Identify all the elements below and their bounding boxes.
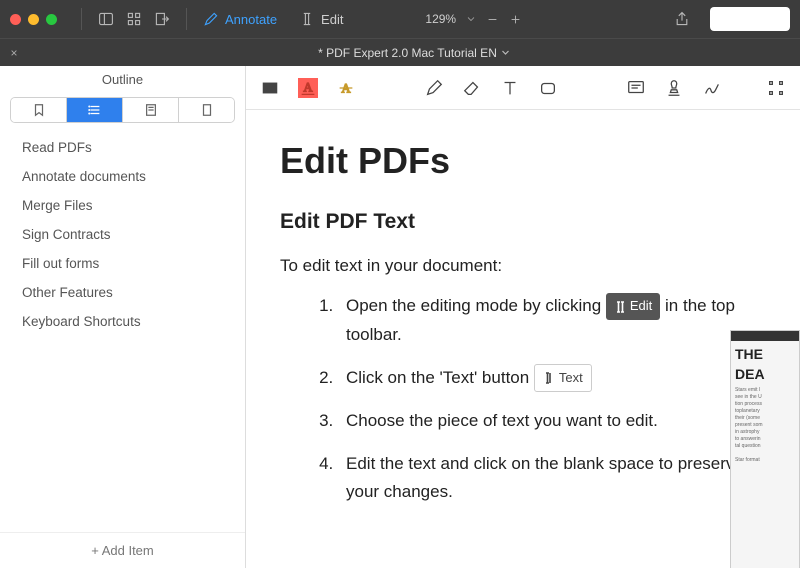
fullscreen-window-icon[interactable] [46, 14, 57, 25]
outline-list: Read PDFs Annotate documents Merge Files… [0, 133, 245, 532]
thumbnails-tab[interactable] [178, 98, 234, 122]
outline-item[interactable]: Read PDFs [0, 133, 245, 162]
plus-icon[interactable] [509, 13, 522, 26]
zoom-controls: 129% [425, 12, 522, 26]
grid-view-button[interactable] [126, 11, 142, 27]
step-item: Click on the 'Text' button Text [338, 364, 766, 393]
steps-list: Open the editing mode by clicking Edit i… [280, 292, 766, 507]
top-toolbar: Annotate Edit 129% [0, 0, 800, 38]
page-heading-1: Edit PDFs [280, 140, 766, 182]
outline-tab[interactable] [66, 98, 122, 122]
zoom-level: 129% [425, 12, 456, 26]
outline-item[interactable]: Sign Contracts [0, 220, 245, 249]
chevron-down-icon [501, 48, 510, 57]
outline-item[interactable]: Annotate documents [0, 162, 245, 191]
outline-item[interactable]: Keyboard Shortcuts [0, 307, 245, 336]
shape-tool-icon[interactable] [538, 78, 558, 98]
annotate-label: Annotate [225, 12, 277, 27]
note-tool-icon[interactable] [626, 78, 646, 98]
step-item: Choose the piece of text you want to edi… [338, 407, 766, 436]
tab-close-button[interactable]: × [0, 46, 28, 60]
outline-icon [88, 103, 102, 117]
bookmarks-tab[interactable] [11, 98, 66, 122]
edit-chip: Edit [606, 293, 660, 319]
svg-text:A: A [266, 83, 274, 94]
annotation-toolbar: A A A [246, 66, 800, 110]
window-controls [10, 14, 57, 25]
pencil-icon [203, 11, 219, 27]
outline-sidebar: Outline Read PDFs Annotate documents Mer… [0, 66, 246, 568]
highlight-tool-icon[interactable]: A [260, 78, 280, 98]
bookmark-icon [32, 103, 46, 117]
select-tool-icon[interactable] [766, 78, 786, 98]
intro-paragraph: To edit text in your document: [280, 256, 766, 276]
eraser-tool-icon[interactable] [462, 78, 482, 98]
tab-title-label: * PDF Expert 2.0 Mac Tutorial EN [318, 46, 497, 60]
text-cursor-icon [614, 301, 626, 313]
text-cursor-icon [299, 11, 315, 27]
step-item: Edit the text and click on the blank spa… [338, 450, 766, 508]
outline-item[interactable]: Merge Files [0, 191, 245, 220]
outline-item[interactable]: Other Features [0, 278, 245, 307]
edit-mode-button[interactable]: Edit [299, 11, 343, 27]
page-preview-thumbnail[interactable]: THE DEA Stars emit l see in the U tion p… [730, 330, 800, 568]
text-cursor-icon [543, 372, 555, 384]
share-icon [674, 11, 690, 27]
grid-icon [126, 11, 142, 27]
sidebar-mode-segment [10, 97, 235, 123]
tab-bar: × * PDF Expert 2.0 Mac Tutorial EN [0, 38, 800, 66]
annotations-tab[interactable] [122, 98, 178, 122]
step-item: Open the editing mode by clicking Edit i… [338, 292, 766, 350]
annotate-mode-button[interactable]: Annotate [203, 11, 277, 27]
outline-item[interactable]: Fill out forms [0, 249, 245, 278]
document-tab[interactable]: * PDF Expert 2.0 Mac Tutorial EN [28, 46, 800, 60]
document-page[interactable]: Edit PDFs Edit PDF Text To edit text in … [246, 110, 800, 568]
exit-icon [154, 11, 170, 27]
pen-tool-icon[interactable] [424, 78, 444, 98]
document-main: A A A Edit PDFs Edi [246, 66, 800, 568]
strikethrough-tool-icon[interactable]: A [336, 78, 356, 98]
signature-tool-icon[interactable] [702, 78, 722, 98]
share-button[interactable] [674, 11, 690, 27]
minimize-window-icon[interactable] [28, 14, 39, 25]
svg-text:A: A [303, 80, 313, 94]
add-outline-item-button[interactable]: + Add Item [0, 532, 245, 568]
sidebar-icon [98, 11, 114, 27]
annotation-icon [144, 103, 158, 117]
text-tool-icon[interactable] [500, 78, 520, 98]
close-window-icon[interactable] [10, 14, 21, 25]
underline-tool-icon[interactable]: A [298, 78, 318, 98]
text-chip: Text [534, 364, 592, 392]
back-button[interactable] [154, 11, 170, 27]
chevron-down-icon[interactable] [466, 14, 476, 24]
search-input[interactable] [710, 7, 790, 31]
minus-icon[interactable] [486, 13, 499, 26]
stamp-tool-icon[interactable] [664, 78, 684, 98]
edit-label: Edit [321, 12, 343, 27]
page-heading-2: Edit PDF Text [280, 210, 766, 234]
sidebar-toggle-button[interactable] [98, 11, 114, 27]
sidebar-title: Outline [0, 66, 245, 93]
page-icon [200, 103, 214, 117]
